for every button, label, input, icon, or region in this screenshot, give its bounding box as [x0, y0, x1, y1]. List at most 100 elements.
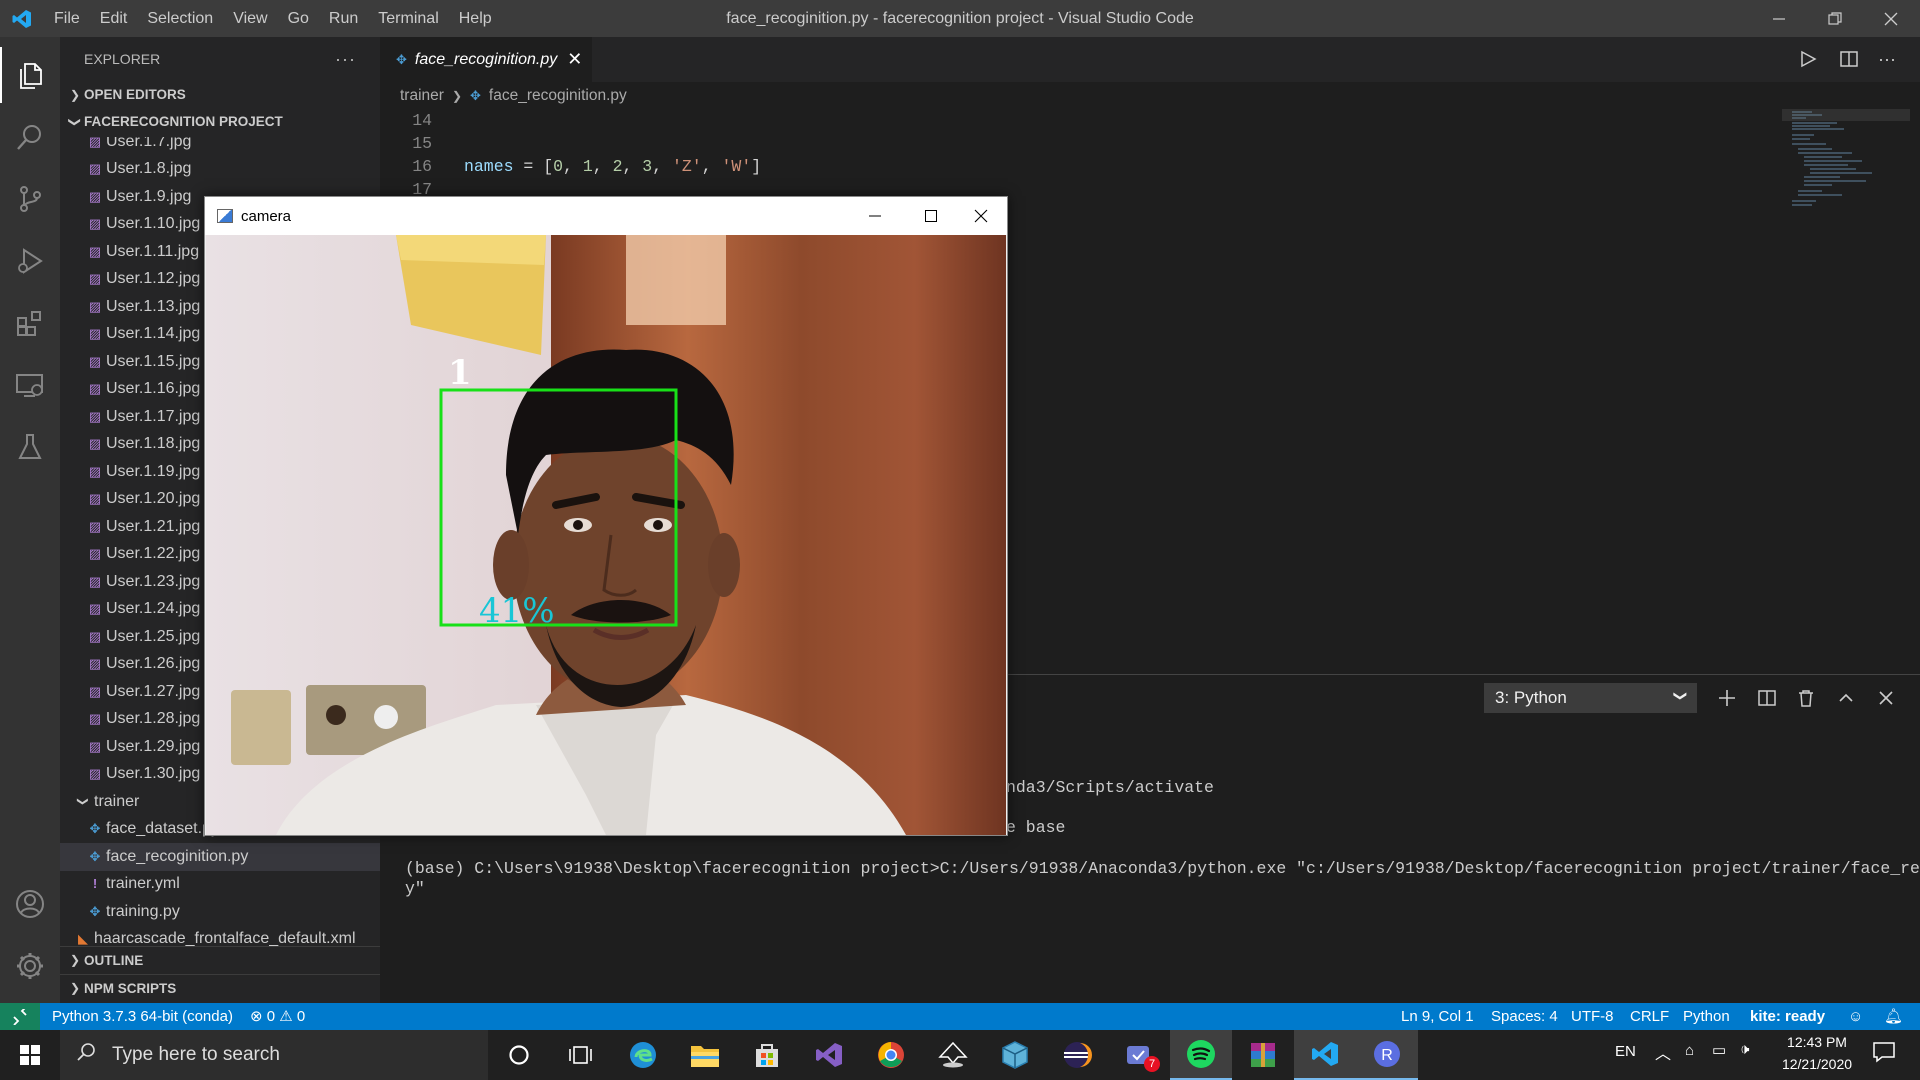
open-editors-section[interactable]: ❯ OPEN EDITORS [60, 81, 380, 108]
menu-view[interactable]: View [223, 0, 277, 37]
file-item[interactable]: ✥ training.py [60, 898, 380, 926]
search-icon[interactable] [0, 109, 60, 165]
visual-studio-icon[interactable] [798, 1030, 860, 1080]
yaml-file-icon: ! [92, 876, 98, 892]
line-number: 16 [412, 157, 432, 176]
store-icon[interactable] [736, 1030, 798, 1080]
restore-button[interactable] [1807, 0, 1863, 37]
remote-indicator-icon[interactable] [0, 1003, 40, 1030]
menu-run[interactable]: Run [319, 0, 368, 37]
settings-gear-icon[interactable] [0, 938, 60, 994]
split-editor-icon[interactable] [1836, 46, 1862, 72]
image-file-icon: ▨ [88, 243, 102, 259]
run-file-icon[interactable] [1795, 46, 1821, 72]
file-item[interactable]: ▨ User.1.8.jpg [60, 155, 380, 183]
activity-bar [0, 37, 60, 1003]
code-line: names = [0, 1, 2, 3, 'Z', 'W'] [464, 157, 761, 176]
trash-icon[interactable] [1791, 683, 1821, 713]
run-debug-icon[interactable] [0, 233, 60, 289]
indentation[interactable]: Spaces: 4 [1491, 1003, 1558, 1030]
camera-window[interactable]: camera 1 41% [204, 196, 1008, 836]
python-file-icon: ✥ [470, 87, 481, 103]
action-center-icon[interactable] [1872, 1040, 1896, 1069]
winrar-icon[interactable] [1232, 1030, 1294, 1080]
problems-indicator[interactable]: ⊗ 0 ⚠ 0 [250, 1003, 305, 1030]
task-view-icon[interactable] [550, 1030, 612, 1080]
terminal-select[interactable]: 3: Python ❯ [1484, 683, 1697, 713]
taskbar-search[interactable]: Type here to search [60, 1030, 488, 1080]
more-actions-icon[interactable]: ··· [1874, 46, 1900, 72]
camera-close-button[interactable] [953, 197, 1009, 235]
extensions-icon[interactable] [0, 295, 60, 351]
bell-icon[interactable]: 🔔︎ [1884, 1003, 1903, 1030]
menu-go[interactable]: Go [278, 0, 319, 37]
project-section[interactable]: ❯ FACERECOGNITION PROJECT [60, 108, 380, 135]
cursor-position[interactable]: Ln 9, Col 1 [1401, 1003, 1474, 1030]
encoding[interactable]: UTF-8 [1571, 1003, 1614, 1030]
npm-scripts-section[interactable]: ❯ NPM SCRIPTS [60, 974, 380, 1001]
spotify-icon[interactable] [1170, 1030, 1232, 1080]
file-explorer-icon[interactable] [674, 1030, 736, 1080]
menu-file[interactable]: File [44, 0, 90, 37]
maximize-panel-icon[interactable] [1831, 683, 1861, 713]
windows-start-icon[interactable] [0, 1030, 60, 1080]
cortana-icon[interactable] [488, 1030, 550, 1080]
breadcrumb-folder[interactable]: trainer [400, 87, 444, 105]
inkscape-icon[interactable] [922, 1030, 984, 1080]
image-file-icon: ▨ [88, 325, 102, 341]
image-file-icon: ▨ [88, 738, 102, 754]
image-file-icon: ▨ [88, 710, 102, 726]
feedback-icon[interactable]: ☺ [1848, 1003, 1863, 1030]
menu-help[interactable]: Help [449, 0, 502, 37]
menu-terminal[interactable]: Terminal [368, 0, 448, 37]
tab-face-recoginition[interactable]: ✥ face_recoginition.py ✕ [380, 37, 592, 82]
file-item-selected[interactable]: ✥ face_recoginition.py [60, 843, 380, 871]
virtualbox-icon[interactable] [984, 1030, 1046, 1080]
chrome-icon[interactable] [860, 1030, 922, 1080]
clock-date[interactable]: 12/21/2020 [1772, 1056, 1862, 1072]
testing-icon[interactable] [0, 419, 60, 475]
account-icon[interactable] [0, 876, 60, 932]
kite-status[interactable]: kite: ready [1750, 1003, 1825, 1030]
search-placeholder: Type here to search [112, 1044, 280, 1065]
line-ending[interactable]: CRLF [1630, 1003, 1669, 1030]
breadcrumb-file[interactable]: face_recoginition.py [489, 87, 627, 105]
file-item[interactable]: ▨ User.1.7.jpg [60, 137, 380, 156]
camera-maximize-button[interactable] [903, 197, 959, 235]
close-window-button[interactable] [1863, 0, 1919, 37]
image-file-icon: ▨ [88, 270, 102, 286]
close-panel-icon[interactable] [1871, 683, 1901, 713]
battery-icon[interactable]: ▭ [1712, 1041, 1726, 1059]
language-mode[interactable]: Python [1683, 1003, 1730, 1030]
volume-icon[interactable]: 🕩︎ [1740, 1041, 1749, 1058]
file-name: training.py [106, 902, 180, 920]
r-app-icon[interactable]: R [1356, 1030, 1418, 1080]
camera-minimize-button[interactable] [847, 197, 903, 235]
more-actions-icon[interactable]: ··· [335, 49, 356, 70]
meet-now-icon[interactable]: ⌂ [1685, 1042, 1694, 1059]
camera-title: camera [241, 207, 292, 225]
new-terminal-icon[interactable] [1712, 683, 1742, 713]
file-item[interactable]: ! trainer.yml [60, 870, 380, 898]
menu-selection[interactable]: Selection [137, 0, 223, 37]
notification-app-icon[interactable]: 7 [1108, 1030, 1170, 1080]
remote-explorer-icon[interactable] [0, 357, 60, 413]
source-control-icon[interactable] [0, 171, 60, 227]
clock-time[interactable]: 12:43 PM [1782, 1034, 1852, 1050]
eclipse-icon[interactable] [1046, 1030, 1108, 1080]
python-interpreter[interactable]: Python 3.7.3 64-bit (conda) [52, 1003, 233, 1030]
image-file-icon: ▨ [88, 137, 102, 149]
minimap-slider[interactable] [1782, 109, 1910, 121]
minimap[interactable] [1782, 109, 1920, 674]
file-name: User.1.21.jpg [106, 517, 201, 535]
vscode-taskbar-icon[interactable] [1294, 1030, 1356, 1080]
menu-edit[interactable]: Edit [90, 0, 138, 37]
input-language[interactable]: EN [1615, 1043, 1636, 1060]
close-tab-icon[interactable]: ✕ [567, 49, 582, 70]
split-terminal-icon[interactable] [1752, 683, 1782, 713]
chevron-up-icon[interactable]: ︿ [1655, 1040, 1671, 1064]
edge-icon[interactable] [612, 1030, 674, 1080]
explorer-icon[interactable] [0, 47, 60, 103]
outline-section[interactable]: ❯ OUTLINE [60, 946, 380, 973]
minimize-button[interactable] [1751, 0, 1807, 37]
